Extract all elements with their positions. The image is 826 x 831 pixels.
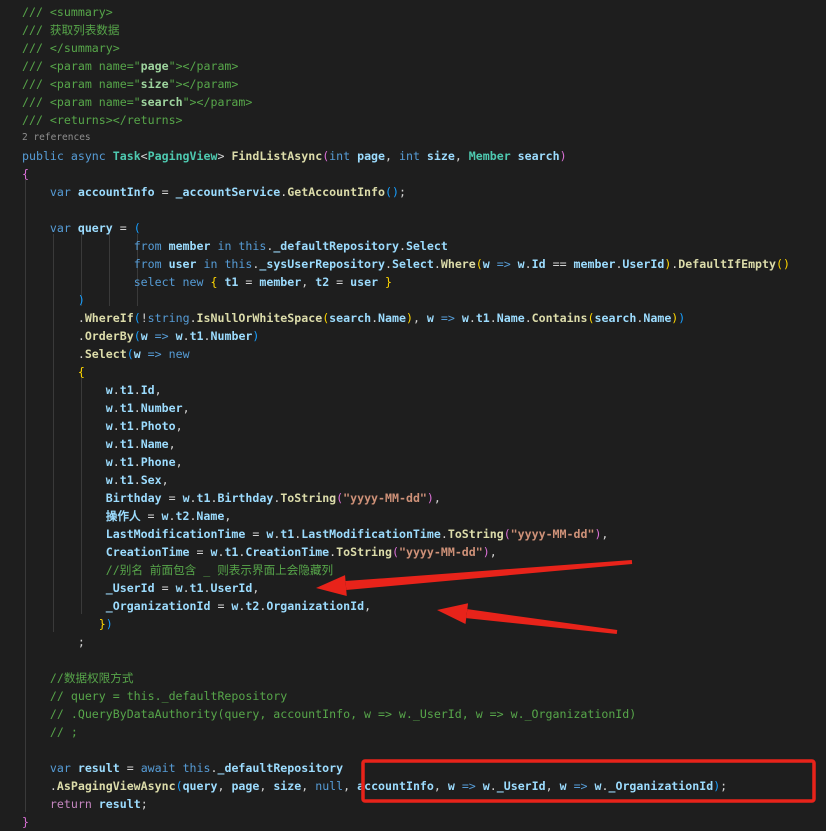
code-line: w.t1.Sex, <box>22 471 826 489</box>
code-line: public async Task<PagingView> FindListAs… <box>22 147 826 165</box>
code-line <box>22 651 826 669</box>
code-line: { <box>22 363 826 381</box>
code-line: from member in this._defaultRepository.S… <box>22 237 826 255</box>
code-line: } <box>22 813 826 831</box>
line-organizationid-alias: _OrganizationId = w.t2.OrganizationId, <box>22 597 826 615</box>
code-line: /// <summary> <box>22 3 826 21</box>
code-line: w.t1.Phone, <box>22 453 826 471</box>
line-userid-alias: _UserId = w.t1.UserId, <box>22 579 826 597</box>
line-aspagingviewasync: .AsPagingViewAsync(query, page, size, nu… <box>22 777 826 795</box>
code-line: CreationTime = w.t1.CreationTime.ToStrin… <box>22 543 826 561</box>
code-line: return result; <box>22 795 826 813</box>
code-line: var result = await this._defaultReposito… <box>22 759 826 777</box>
code-line: .OrderBy(w => w.t1.Number) <box>22 327 826 345</box>
code-line: }) <box>22 615 826 633</box>
code-line: ; <box>22 633 826 651</box>
code-line: //数据权限方式 <box>22 669 826 687</box>
codelens-references: 2 references <box>22 129 826 147</box>
code-line: select new { t1 = member, t2 = user } <box>22 273 826 291</box>
code-line: /// </summary> <box>22 39 826 57</box>
code-line: w.t1.Name, <box>22 435 826 453</box>
code-line: w.t1.Id, <box>22 381 826 399</box>
code-line: // ; <box>22 723 826 741</box>
code-line: { <box>22 165 826 183</box>
code-line: var accountInfo = _accountService.GetAcc… <box>22 183 826 201</box>
code-line: /// <param name="size"></param> <box>22 75 826 93</box>
code-line: ) <box>22 291 826 309</box>
code-line: var query = ( <box>22 219 826 237</box>
code-line: // .QueryByDataAuthority(query, accountI… <box>22 705 826 723</box>
code-line: .Select(w => new <box>22 345 826 363</box>
code-line <box>22 741 826 759</box>
code-line: /// <param name="page"></param> <box>22 57 826 75</box>
code-line: from user in this._sysUserRepository.Sel… <box>22 255 826 273</box>
code-line: Birthday = w.t1.Birthday.ToString("yyyy-… <box>22 489 826 507</box>
code-line: /// <param name="search"></param> <box>22 93 826 111</box>
code-line: 操作人 = w.t2.Name, <box>22 507 826 525</box>
code-editor[interactable]: /// <summary>/// 获取列表数据/// </summary>///… <box>0 0 826 830</box>
code-line: w.t1.Number, <box>22 399 826 417</box>
code-line <box>22 201 826 219</box>
code-line: //别名 前面包含 _ 则表示界面上会隐藏列 <box>22 561 826 579</box>
code-area[interactable]: /// <summary>/// 获取列表数据/// </summary>///… <box>0 0 826 831</box>
code-line: LastModificationTime = w.t1.LastModifica… <box>22 525 826 543</box>
code-line: // query = this._defaultRepository <box>22 687 826 705</box>
code-line: /// 获取列表数据 <box>22 21 826 39</box>
code-line: .WhereIf(!string.IsNullOrWhiteSpace(sear… <box>22 309 826 327</box>
code-line: w.t1.Photo, <box>22 417 826 435</box>
code-line: /// <returns></returns> <box>22 111 826 129</box>
